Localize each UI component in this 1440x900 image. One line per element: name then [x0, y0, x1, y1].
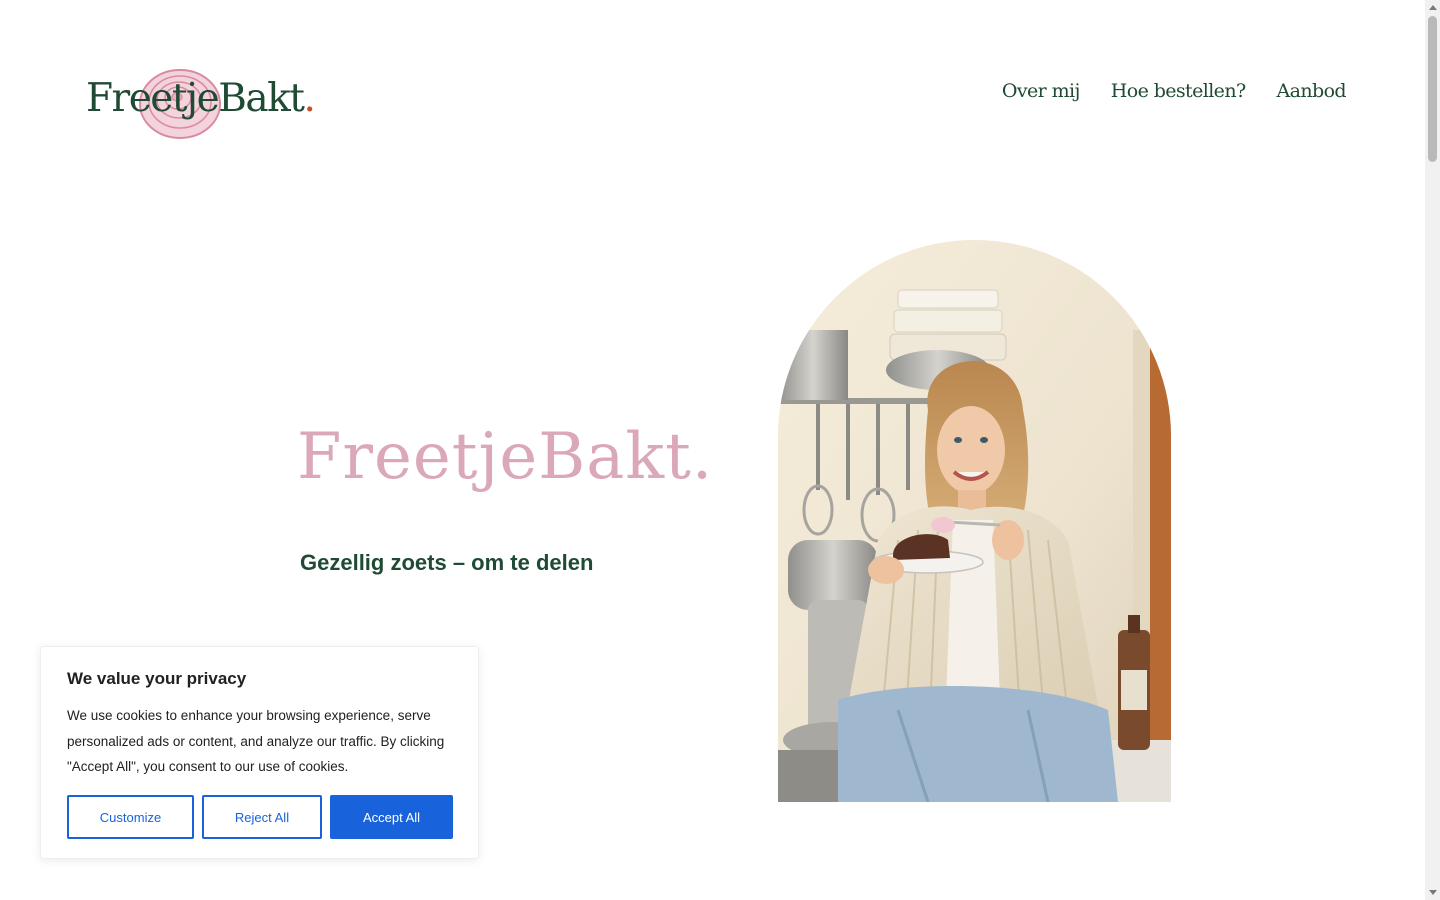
site-logo[interactable]: FreetjeBakt.	[86, 66, 316, 142]
scrollbar-thumb[interactable]	[1428, 16, 1437, 162]
nav-item-hoe-bestellen[interactable]: Hoe bestellen?	[1111, 80, 1246, 102]
page: FreetjeBakt. Over mij Hoe bestellen? Aan…	[0, 0, 1440, 900]
scroll-up-arrow-icon[interactable]	[1429, 5, 1437, 10]
cookie-consent-banner: We value your privacy We use cookies to …	[40, 646, 479, 859]
logo-dot: .	[303, 76, 315, 121]
reject-all-button[interactable]: Reject All	[202, 795, 322, 839]
scroll-down-arrow-icon[interactable]	[1429, 890, 1437, 895]
page-scrollbar[interactable]	[1425, 0, 1440, 900]
customize-button[interactable]: Customize	[67, 795, 194, 839]
main-navigation: Over mij Hoe bestellen? Aanbod	[1000, 80, 1347, 102]
logo-text: FreetjeBakt.	[86, 76, 316, 121]
cookie-banner-buttons: Customize Reject All Accept All	[67, 795, 453, 839]
cookie-banner-title: We value your privacy	[67, 669, 247, 688]
hero-photo	[778, 240, 1171, 802]
hero-title: FreetjeBakt.	[297, 420, 714, 494]
nav-item-over-mij[interactable]: Over mij	[1002, 80, 1080, 102]
hero-subtitle: Gezellig zoets – om te delen	[300, 550, 594, 575]
nav-item-aanbod[interactable]: Aanbod	[1277, 80, 1347, 102]
cookie-banner-text: We use cookies to enhance your browsing …	[67, 708, 445, 774]
accept-all-button[interactable]: Accept All	[330, 795, 453, 839]
